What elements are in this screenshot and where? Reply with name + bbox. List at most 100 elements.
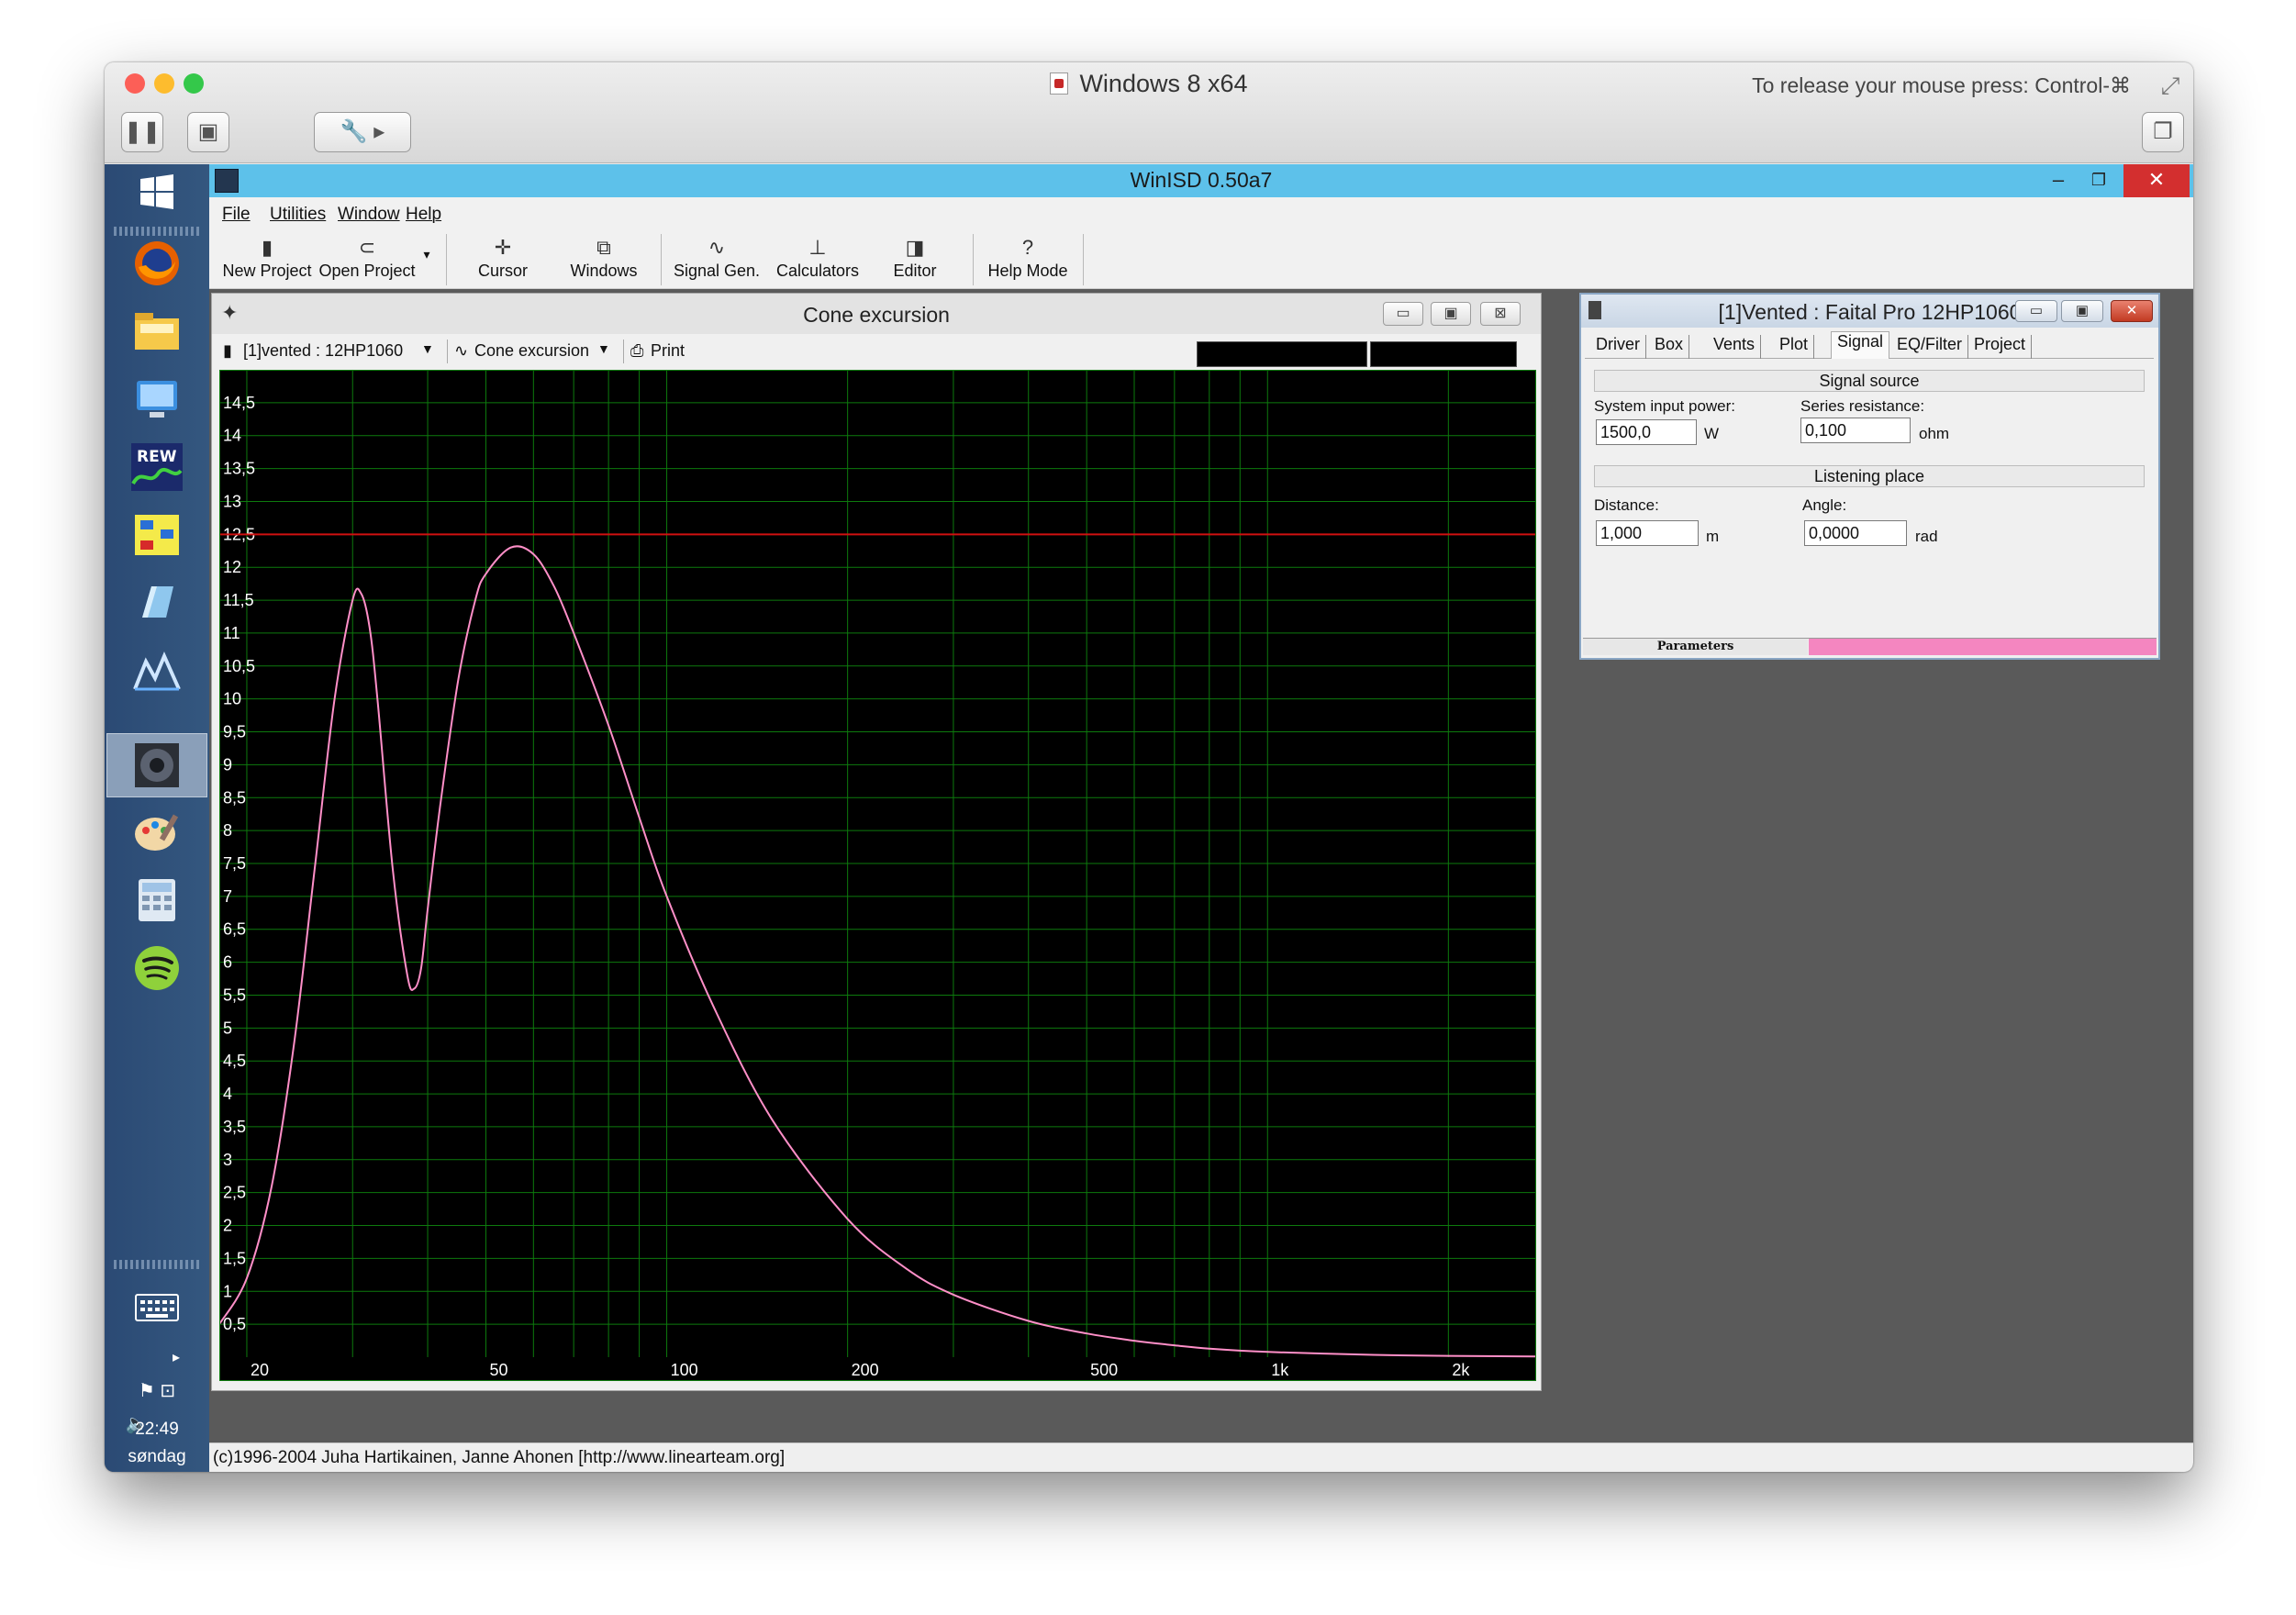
y-tick-label: 7,5 bbox=[223, 854, 246, 873]
menu-help[interactable]: Help bbox=[406, 205, 441, 225]
open-project-button[interactable]: ⊂ Open Project bbox=[318, 234, 417, 285]
graph-window-title: Cone excursion bbox=[803, 303, 950, 327]
vm-screen: REW ▸ ⚑ ⊡ 🔈 22:49 søndag WinISD 0.50a7 –… bbox=[105, 164, 2193, 1472]
params-minimize-button[interactable]: ▭ bbox=[2015, 300, 2057, 322]
distance-field[interactable] bbox=[1596, 520, 1699, 546]
graph-type-icon: ∿ bbox=[454, 341, 469, 360]
svg-text:REW: REW bbox=[137, 448, 177, 466]
paint-icon[interactable] bbox=[126, 807, 188, 858]
editor-speaker-icon: ◨ bbox=[905, 236, 925, 259]
editor-button[interactable]: ◨ Editor bbox=[874, 234, 956, 285]
calculators-button[interactable]: ⊥ Calculators bbox=[767, 234, 868, 285]
cursor-readout-x bbox=[1197, 341, 1367, 367]
y-tick-label: 11 bbox=[223, 624, 240, 642]
signal-analyzer-icon[interactable] bbox=[126, 645, 188, 696]
app-close-button[interactable]: ✕ bbox=[2123, 164, 2190, 197]
network-tool-icon[interactable] bbox=[126, 509, 188, 561]
tab-signal[interactable]: Signal bbox=[1831, 331, 1890, 359]
graph-minimize-button[interactable]: ▭ bbox=[1383, 302, 1423, 326]
app-restore-button[interactable]: ❐ bbox=[2078, 164, 2120, 197]
remote-desktop-icon[interactable] bbox=[126, 373, 188, 425]
distance-unit: m bbox=[1706, 528, 1720, 545]
taskbar-grip bbox=[114, 227, 200, 236]
tab-project[interactable]: Project bbox=[1968, 335, 2033, 359]
y-tick-label: 8 bbox=[223, 821, 232, 840]
show-hidden-icons-arrow[interactable]: ▸ bbox=[149, 1348, 204, 1366]
series-resistance-label: Series resistance: bbox=[1800, 397, 1925, 415]
fullscreen-icon[interactable]: ⤢ bbox=[2157, 72, 2184, 99]
rew-icon[interactable]: REW bbox=[126, 441, 188, 493]
tray-clock-time[interactable]: 22:49 bbox=[105, 1420, 209, 1440]
new-project-button[interactable]: ▮ New Project bbox=[217, 234, 318, 285]
y-tick-label: 13 bbox=[223, 492, 241, 510]
menu-utilities[interactable]: Utilities bbox=[270, 205, 326, 225]
graph-toolbar-separator bbox=[623, 340, 624, 363]
editor-label: Editor bbox=[893, 262, 937, 280]
calculator-icon[interactable] bbox=[126, 874, 188, 926]
distance-label: Distance: bbox=[1594, 496, 1659, 514]
params-tabs: Driver Box Vents Plot Signal EQ/Filter P… bbox=[1585, 331, 2154, 359]
y-tick-label: 11,5 bbox=[223, 591, 254, 609]
windows-start-icon[interactable] bbox=[126, 166, 188, 217]
file-explorer-icon[interactable] bbox=[126, 306, 188, 357]
new-project-icon: ▮ bbox=[261, 236, 273, 259]
resistance-unit: ohm bbox=[1919, 425, 1950, 442]
print-button[interactable]: Print bbox=[651, 341, 685, 361]
tab-vents[interactable]: Vents bbox=[1708, 335, 1762, 359]
tab-driver[interactable]: Driver bbox=[1590, 335, 1646, 359]
cursor-button[interactable]: ✛ Cursor bbox=[457, 234, 549, 285]
eraser-app-icon[interactable] bbox=[126, 577, 188, 629]
tab-plot[interactable]: Plot bbox=[1774, 335, 1815, 359]
signal-gen-button[interactable]: ∿ Signal Gen. bbox=[668, 234, 765, 285]
toolbar-separator bbox=[973, 234, 974, 285]
angle-field[interactable] bbox=[1804, 520, 1907, 546]
x-tick-label: 500 bbox=[1090, 1361, 1118, 1379]
graph-close-button[interactable]: ⊠ bbox=[1480, 302, 1521, 326]
project-select-chevron-down-icon[interactable]: ▼ bbox=[421, 341, 434, 356]
y-tick-label: 2,5 bbox=[223, 1184, 246, 1202]
project-select[interactable]: [1]vented : 12HP1060 bbox=[243, 341, 403, 361]
graph-type-chevron-down-icon[interactable]: ▼ bbox=[597, 341, 610, 356]
cursor-readout-y bbox=[1370, 341, 1517, 367]
graph-toolbar: ▮ [1]vented : 12HP1060 ▼ ∿ Cone excursio… bbox=[212, 334, 1541, 367]
graph-maximize-button[interactable]: ▣ bbox=[1431, 302, 1471, 326]
tab-box[interactable]: Box bbox=[1649, 335, 1690, 359]
open-project-dropdown[interactable]: ▾ bbox=[418, 247, 435, 298]
firefox-icon[interactable] bbox=[126, 238, 188, 289]
winisd-title: WinISD 0.50a7 bbox=[1130, 168, 1273, 192]
settings-wrench-button[interactable]: 🔧 ▸ bbox=[314, 112, 411, 152]
tray-clock-day[interactable]: søndag bbox=[105, 1447, 209, 1467]
y-tick-label: 9,5 bbox=[223, 723, 246, 741]
pause-vm-button[interactable]: ❚❚ bbox=[121, 112, 163, 152]
x-tick-label: 2k bbox=[1452, 1361, 1470, 1379]
params-maximize-button[interactable]: ▣ bbox=[2061, 300, 2103, 322]
coherence-view-button[interactable]: ❐ bbox=[2142, 112, 2184, 152]
help-mode-button[interactable]: ? Help Mode bbox=[980, 234, 1076, 285]
signal-gen-label: Signal Gen. bbox=[673, 262, 761, 280]
snapshot-button[interactable]: ▣ bbox=[187, 112, 229, 152]
tray-flag-icon[interactable]: ⚑ ⊡ bbox=[105, 1379, 209, 1402]
menu-file[interactable]: File bbox=[222, 205, 251, 225]
spotify-icon[interactable] bbox=[126, 942, 188, 994]
menu-window[interactable]: Window bbox=[338, 205, 400, 225]
parameters-tab[interactable]: Parameters bbox=[1583, 639, 1808, 655]
series-resistance-field[interactable] bbox=[1800, 418, 1911, 443]
y-tick-label: 4 bbox=[223, 1085, 232, 1103]
windows-label: Windows bbox=[570, 262, 638, 280]
params-close-button[interactable]: ✕ bbox=[2111, 300, 2153, 322]
winisd-icon[interactable] bbox=[126, 740, 188, 791]
y-tick-label: 10,5 bbox=[223, 657, 255, 675]
windows-button[interactable]: ⧉ Windows bbox=[558, 234, 650, 285]
params-window-titlebar: [1]Vented : Faital Pro 12HP1060 ▭ ▣ ✕ bbox=[1581, 295, 2158, 328]
keyboard-icon[interactable] bbox=[126, 1282, 188, 1333]
y-tick-label: 6 bbox=[223, 953, 232, 972]
y-tick-label: 9 bbox=[223, 755, 232, 774]
app-minimize-button[interactable]: – bbox=[2037, 164, 2079, 197]
angle-label: Angle: bbox=[1802, 496, 1847, 514]
graph-type-select[interactable]: Cone excursion bbox=[474, 341, 589, 361]
params-bottom-bar: Parameters bbox=[1583, 638, 2157, 656]
cone-excursion-chart[interactable]: 0,511,522,533,544,555,566,577,588,599,51… bbox=[219, 370, 1536, 1381]
system-input-power-field[interactable] bbox=[1596, 419, 1697, 445]
tab-eq-filter[interactable]: EQ/Filter bbox=[1891, 335, 1969, 359]
menu-bar: File Utilities Window Help bbox=[209, 197, 2193, 230]
